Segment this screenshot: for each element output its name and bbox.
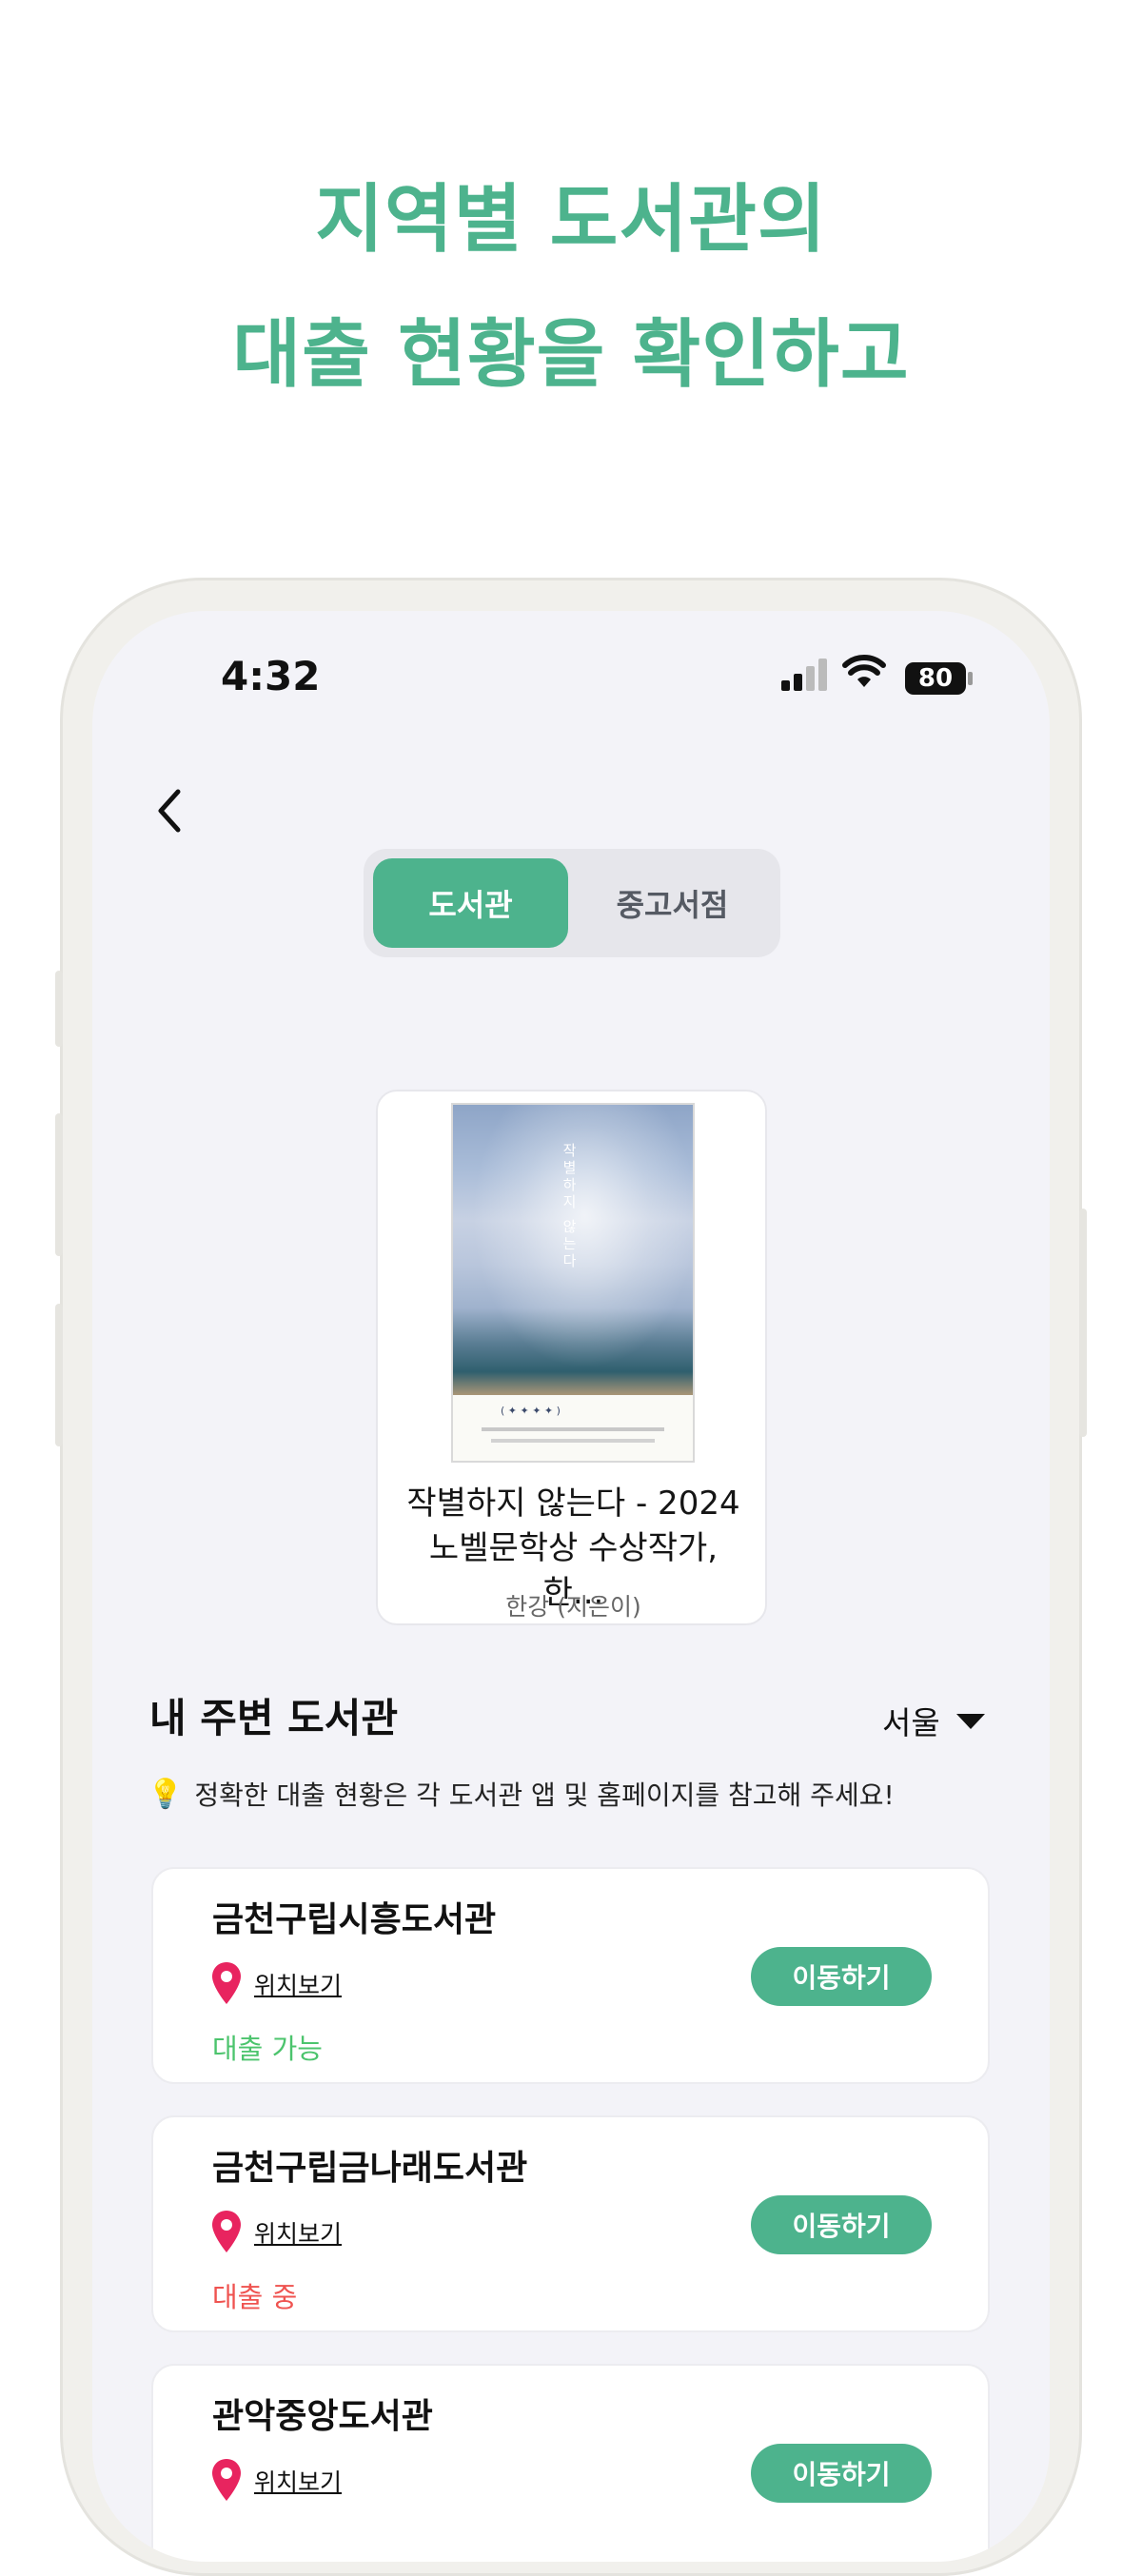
library-name: 금천구립금나래도서관 [212, 2149, 528, 2188]
tab-library[interactable]: 도서관 [373, 858, 568, 948]
phone-side-button [55, 1304, 63, 1446]
notice: 💡 정확한 대출 현황은 각 도서관 앱 및 홈페이지를 참고해 주세요! [148, 1775, 895, 1813]
phone-side-button [1079, 1209, 1087, 1437]
loan-status: 대출 중 [212, 2281, 298, 2313]
location-link[interactable]: 위치보기 [254, 1967, 342, 2001]
book-cover: 작별하지 않는다 ( ✦ ✦ ✦ ✦ ) [451, 1103, 695, 1463]
location-link[interactable]: 위치보기 [254, 2464, 342, 2498]
wifi-icon [842, 655, 886, 687]
chevron-down-icon[interactable] [956, 1714, 985, 1729]
section-title: 내 주변 도서관 [149, 1695, 399, 1741]
battery-icon: 80 [905, 662, 966, 695]
loan-status: 대출 가능 [212, 2033, 323, 2065]
go-button[interactable]: 이동하기 [751, 2444, 932, 2503]
headline-line-1: 지역별 도서관의 [315, 177, 827, 263]
book-author: 한강 (지은이) [505, 1593, 641, 1621]
lightbulb-icon: 💡 [148, 1777, 184, 1811]
region-select[interactable]: 서울 [882, 1698, 940, 1743]
library-name: 관악중앙도서관 [212, 2397, 433, 2436]
go-button[interactable]: 이동하기 [751, 2195, 932, 2254]
library-card: 금천구립금나래도서관 위치보기 대출 중 이동하기 [151, 2115, 990, 2332]
phone-side-button [55, 971, 63, 1047]
map-pin-icon [212, 1962, 241, 2004]
location-link[interactable]: 위치보기 [254, 2215, 342, 2250]
library-name: 금천구립시흥도서관 [212, 1900, 497, 1939]
library-card: 관악중앙도서관 위치보기 이동하기 [151, 2364, 990, 2562]
status-time: 4:32 [221, 653, 321, 699]
headline-line-2: 대출 현황을 확인하고 [232, 312, 910, 398]
cover-title: 작별하지 않는다 [561, 1143, 578, 1270]
notice-text: 정확한 대출 현황은 각 도서관 앱 및 홈페이지를 참고해 주세요! [194, 1780, 895, 1811]
book-card: 작별하지 않는다 ( ✦ ✦ ✦ ✦ ) 작별하지 않는다 - 2024 노벨문… [376, 1090, 767, 1625]
back-arrow-icon[interactable] [151, 782, 189, 839]
battery-tip [968, 672, 973, 685]
source-toggle: 도서관 중고서점 [364, 849, 780, 957]
library-card: 금천구립시흥도서관 위치보기 대출 가능 이동하기 [151, 1867, 990, 2084]
map-pin-icon [212, 2459, 241, 2501]
map-pin-icon [212, 2211, 241, 2252]
tab-used-bookstore[interactable]: 중고서점 [575, 858, 770, 948]
phone-side-button [55, 1113, 63, 1256]
go-button[interactable]: 이동하기 [751, 1947, 932, 2006]
app-screen: 4:32 80 도서관 중고서점 작별하지 않는다 ( ✦ ✦ ✦ ✦ ) 작별… [92, 611, 1050, 2562]
